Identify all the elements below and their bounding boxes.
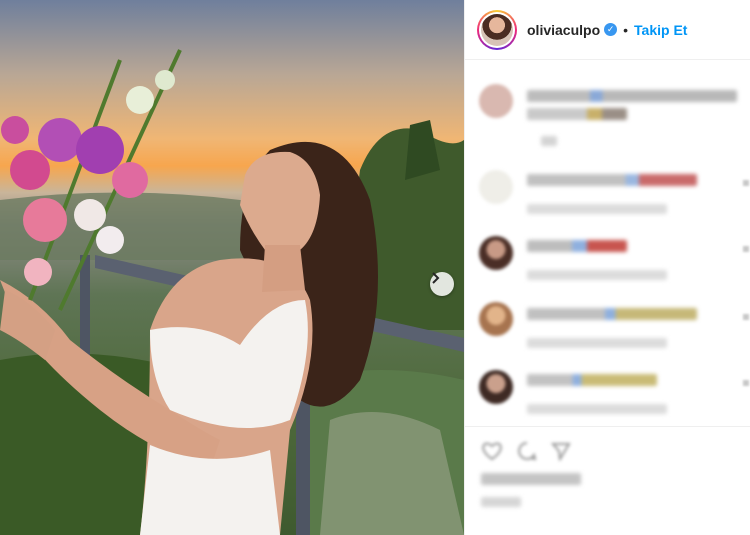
comment-avatar[interactable] xyxy=(479,84,513,118)
comment-text-blurred xyxy=(527,90,737,102)
comment-like-icon[interactable] xyxy=(743,246,749,252)
comment-meta-blurred xyxy=(527,270,667,280)
comment-text-blurred xyxy=(527,240,627,252)
next-slide-button[interactable] xyxy=(430,272,454,296)
separator-dot: • xyxy=(623,21,629,38)
comment-like-icon[interactable] xyxy=(743,380,749,386)
comment-item xyxy=(479,84,749,146)
post-header: oliviaculpo ✓ • Takip Et xyxy=(465,0,750,60)
follow-button[interactable]: Takip Et xyxy=(634,22,687,38)
comment-meta-blurred xyxy=(527,338,667,348)
likes-count-blurred xyxy=(481,473,581,485)
comment-text-blurred xyxy=(527,374,657,386)
comment-avatar[interactable] xyxy=(479,170,513,204)
comment-text-blurred xyxy=(527,174,697,186)
post-footer xyxy=(465,426,750,535)
comment-text-blurred xyxy=(527,108,627,120)
comment-avatar[interactable] xyxy=(479,370,513,404)
post-side-panel: oliviaculpo ✓ • Takip Et xyxy=(464,0,750,535)
comment-avatar[interactable] xyxy=(479,302,513,336)
photo-scene xyxy=(0,49,464,535)
avatar-inner xyxy=(479,11,515,48)
comment-like-icon[interactable] xyxy=(743,314,749,320)
comment-text-blurred xyxy=(527,308,697,320)
action-bar xyxy=(481,441,571,461)
post-date-blurred xyxy=(481,497,521,507)
comment-item xyxy=(479,370,749,424)
heart-icon[interactable] xyxy=(481,441,503,461)
avatar[interactable] xyxy=(477,9,517,50)
comment-meta-blurred xyxy=(527,404,667,414)
comment-like-icon[interactable] xyxy=(743,180,749,186)
comment-meta-blurred xyxy=(527,204,667,214)
comment-item xyxy=(479,236,749,290)
comment-icon[interactable] xyxy=(517,441,537,461)
verified-badge-icon: ✓ xyxy=(604,23,618,36)
comment-meta-blurred xyxy=(541,136,557,146)
comment-item xyxy=(479,302,749,356)
username[interactable]: oliviaculpo xyxy=(527,22,600,38)
avatar-image xyxy=(481,13,513,46)
send-icon[interactable] xyxy=(551,441,571,461)
comment-avatar[interactable] xyxy=(479,236,513,270)
chevron-right-icon xyxy=(432,272,440,284)
post-photo[interactable] xyxy=(0,0,464,535)
comment-item xyxy=(479,170,749,224)
